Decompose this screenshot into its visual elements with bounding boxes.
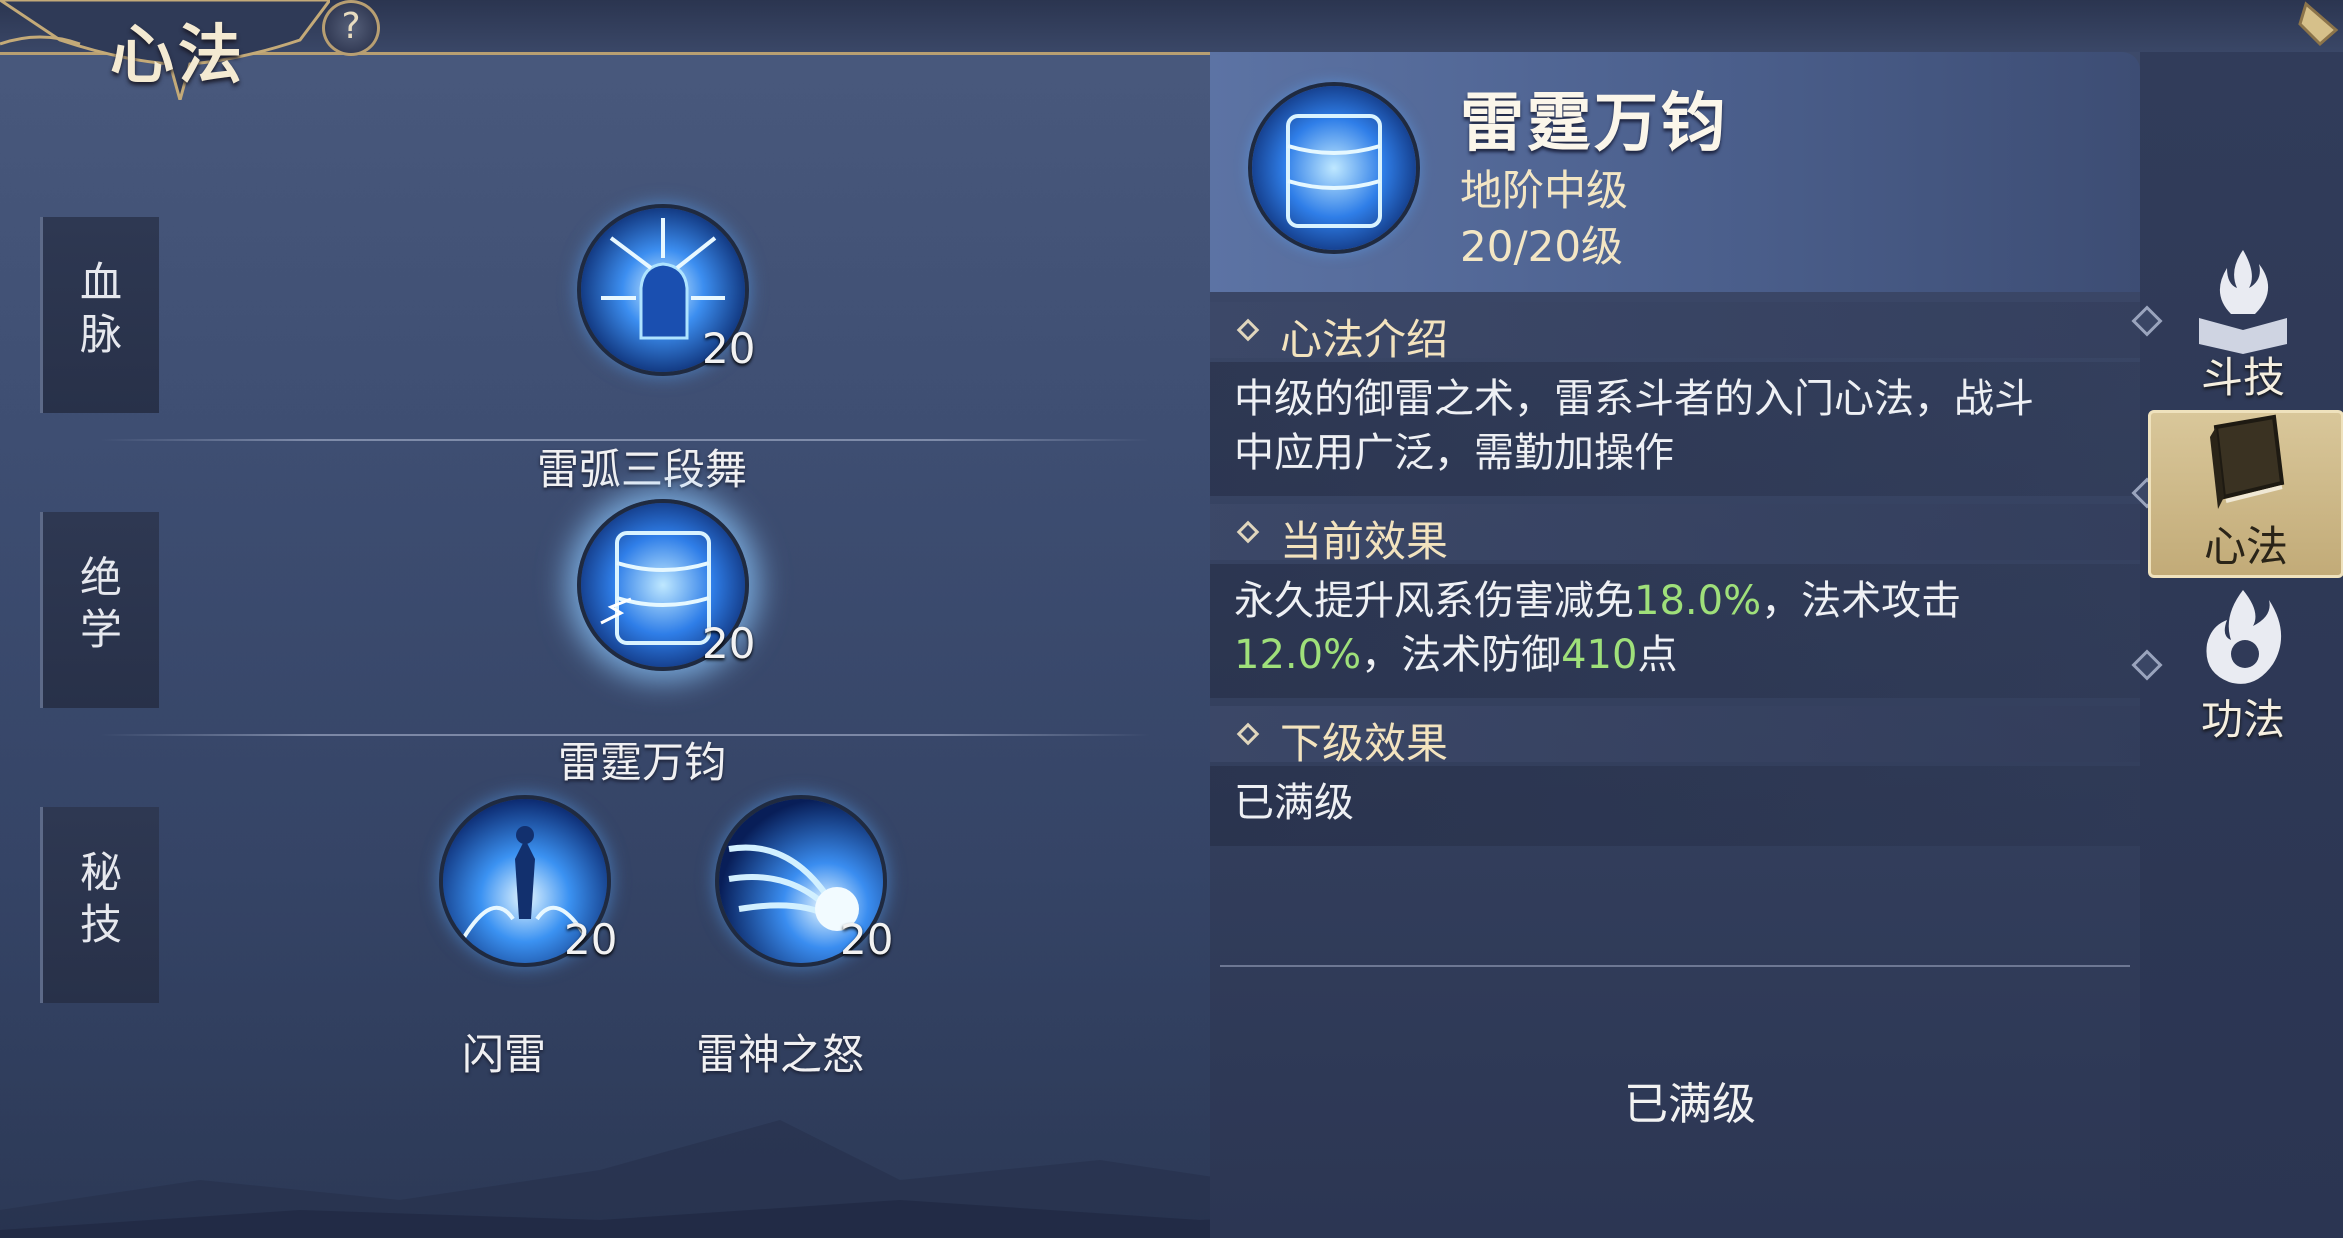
next-effect-text: 已满级 [1234, 780, 1354, 826]
tab-label: 心法 [2203, 522, 2288, 571]
row-label-char: 绝 [79, 553, 122, 602]
row-label-char: 秘 [79, 848, 122, 897]
effect-text: ，法术防御 [1361, 632, 1562, 678]
section-header-current-effect: 当前效果 [1210, 504, 2140, 566]
skill-flash-thunder[interactable]: 20 闪雷 [374, 795, 634, 1079]
intro-text-line: 中级的御雷之术，雷系斗者的入门心法，战斗 [1234, 376, 2034, 422]
row-label-char: 技 [79, 900, 122, 949]
skill-level: 20 [702, 619, 756, 668]
diamond-bullet-icon [1236, 722, 1260, 746]
flame-swirl-icon [2206, 590, 2282, 684]
row-divider [100, 734, 1150, 736]
skill-thunder-god-wrath[interactable]: 20 雷神之怒 [650, 795, 910, 1079]
section-body-intro: 中级的御雷之术，雷系斗者的入门心法，战斗 中应用广泛，需勤加操作 [1210, 362, 2140, 496]
row-label-bloodline: 血 脉 [40, 217, 159, 413]
thunder-pillar-icon [1248, 82, 1420, 254]
row-label-secret: 秘 技 [40, 807, 159, 1003]
section-header-next-effect: 下级效果 [1210, 706, 2140, 768]
row-label-ultimate: 绝 学 [40, 512, 159, 708]
skill-level: 20 [702, 324, 756, 373]
section-body-current-effect: 永久提升风系伤害减免18.0%，法术攻击 12.0%，法术防御410点 [1210, 564, 2140, 698]
skill-title: 雷霆万钧 [1460, 87, 1728, 161]
corner-ornament [2298, 1, 2339, 47]
book-icon [2210, 414, 2285, 509]
row-divider [100, 439, 1150, 441]
section-header-intro: 心法介绍 [1210, 302, 2140, 364]
row-label-char: 血 [79, 258, 122, 307]
section-title: 当前效果 [1280, 517, 1449, 566]
row-label-char: 脉 [79, 310, 122, 359]
tab-cultivation[interactable]: 功法 [2148, 586, 2338, 746]
skill-level-progress: 20/20级 [1460, 222, 1624, 271]
tab-mind-method[interactable]: 心法 [2148, 410, 2343, 578]
diamond-bullet-icon [1236, 520, 1260, 544]
intro-text-line: 中应用广泛，需勤加操作 [1234, 430, 1674, 476]
section-title: 心法介绍 [1280, 315, 1449, 364]
effect-text-line: 12.0%，法术防御410点 [1234, 628, 2110, 682]
tab-label: 功法 [2200, 695, 2285, 744]
effect-value: 12.0% [1234, 632, 1362, 678]
effect-value: 410 [1561, 632, 1638, 678]
diamond-bullet-icon [1236, 318, 1260, 342]
flame-book-icon [2199, 250, 2287, 354]
tab-label: 斗技 [2200, 353, 2285, 402]
effect-text: 永久提升风系伤害减免 [1234, 578, 1634, 624]
skill-thunder-arc-dance[interactable]: 20 雷弧三段舞 [512, 204, 772, 494]
row-label-char: 学 [79, 605, 122, 654]
effect-text: 点 [1637, 632, 1678, 678]
effect-value: 18.0% [1634, 578, 1762, 624]
section-title: 下级效果 [1280, 719, 1449, 768]
effect-text: ，法术攻击 [1761, 578, 1962, 624]
tab-combat-skill[interactable]: 斗技 [2148, 244, 2338, 404]
skill-level: 20 [840, 915, 894, 964]
skill-grade: 地阶中级 [1460, 166, 1629, 215]
skill-name: 雷霆万钧 [557, 738, 726, 787]
skill-thunder-might[interactable]: 20 雷霆万钧 [512, 499, 772, 787]
section-body-next-effect: 已满级 [1210, 766, 2140, 846]
help-button[interactable]: ? [322, 0, 380, 56]
skill-name: 雷弧三段舞 [536, 445, 747, 494]
detail-divider [1220, 965, 2130, 967]
max-level-status: 已满级 [1624, 1079, 1756, 1130]
effect-text-line: 永久提升风系伤害减免18.0%，法术攻击 [1234, 574, 2110, 628]
skill-level: 20 [564, 915, 618, 964]
